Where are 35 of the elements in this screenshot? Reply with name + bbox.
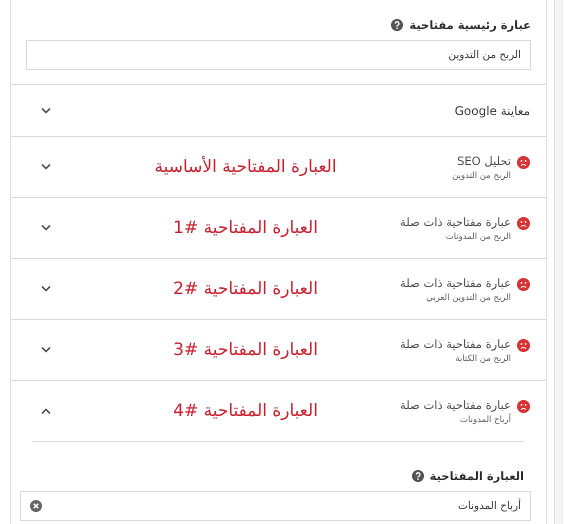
section-subtitle: الربح من التدوين العربي <box>425 292 512 302</box>
section-header[interactable]: عبارة مفتاحية ذات صلة الربح من التدوين العربي العبارة المفتاحية #2 <box>11 259 546 319</box>
section-subtitle: الربح من المدونات <box>444 232 512 242</box>
annotation-text: العبارة المفتاحية الأساسية <box>154 157 337 177</box>
chevron-down-icon[interactable] <box>41 347 51 353</box>
help-icon[interactable] <box>391 19 404 31</box>
annotation-text: العبارة المفتاحية #2 <box>173 279 318 299</box>
section-header[interactable]: تحليل SEO الربح من التدوين العبارة المفتاحية الأساسية <box>11 137 546 197</box>
chevron-down-icon[interactable] <box>41 225 51 231</box>
section-title: معاينة Google <box>454 104 530 118</box>
section-title: تحليل SEO <box>456 154 512 168</box>
section-header[interactable]: عبارة مفتاحية ذات صلة الربح من الكتابة العبارة المفتاحية #3 <box>11 320 546 380</box>
section-title: عبارة مفتاحية ذات صلة <box>400 276 512 290</box>
section-subtitle: أرباح المدونات <box>459 414 512 424</box>
chevron-down-icon[interactable] <box>41 164 51 170</box>
chevron-down-icon[interactable] <box>41 108 51 114</box>
section-subtitle: الربح من الكتابة <box>454 354 512 364</box>
clear-icon[interactable] <box>30 500 42 512</box>
section-header[interactable]: معاينة Google <box>11 85 546 136</box>
chevron-up-icon[interactable] <box>41 408 51 414</box>
help-icon[interactable] <box>412 470 424 482</box>
keyphrase-field[interactable]: الربح من التدوين <box>26 40 532 70</box>
field-label: العبارة المفتاحية <box>430 469 524 483</box>
section-subtitle: الربح من التدوين <box>452 170 512 180</box>
section-header[interactable]: عبارة مفتاحية ذات صلة الربح من المدونات العبارة المفتاحية #1 <box>11 198 546 258</box>
section-header[interactable]: عبارة مفتاحية ذات صلة أرباح المدونات العبارة المفتاحية #4 <box>11 381 546 441</box>
annotation-text: العبارة المفتاحية #1 <box>173 218 318 238</box>
annotation-text: العبارة المفتاحية #3 <box>173 340 318 360</box>
section-title: عبارة مفتاحية ذات صلة <box>400 214 512 228</box>
keyphrase-field[interactable]: أرباح المدونات <box>20 491 532 521</box>
chevron-down-icon[interactable] <box>41 286 51 292</box>
annotation-text: العبارة المفتاحية #4 <box>173 401 318 421</box>
section-title: عبارة مفتاحية ذات صلة <box>400 398 512 412</box>
section-title: عبارة مفتاحية ذات صلة <box>400 336 512 350</box>
field-label: عبارة رئيسية مفتاحية <box>409 18 532 32</box>
